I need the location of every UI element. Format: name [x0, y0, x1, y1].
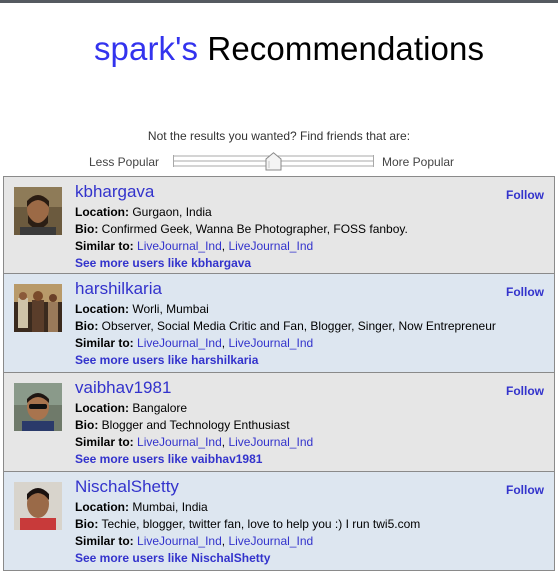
- similar-label: Similar to:: [75, 239, 134, 253]
- location-line: Location: Worli, Mumbai: [75, 302, 209, 316]
- location-value: Worli, Mumbai: [132, 302, 209, 316]
- avatar[interactable]: [14, 383, 62, 431]
- bio-line: Bio: Techie, blogger, twitter fan, love …: [75, 517, 420, 531]
- location-line: Location: Gurgaon, India: [75, 205, 212, 219]
- location-label: Location:: [75, 500, 129, 514]
- less-popular-label: Less Popular: [89, 155, 160, 169]
- follow-button[interactable]: Follow: [506, 285, 544, 299]
- similar-user-link[interactable]: LiveJournal_Ind: [228, 336, 313, 350]
- avatar[interactable]: [14, 482, 62, 530]
- location-value: Mumbai, India: [132, 500, 208, 514]
- page-title-owner: spark's: [93, 30, 199, 67]
- page-title: spark's Recommendations: [0, 30, 558, 68]
- user-card: NischalShetty Follow Location: Mumbai, I…: [3, 471, 555, 571]
- similar-user-link[interactable]: LiveJournal_Ind: [137, 534, 222, 548]
- location-label: Location:: [75, 302, 129, 316]
- page-title-text: Recommendations: [207, 30, 485, 67]
- similar-label: Similar to:: [75, 336, 134, 350]
- follow-button[interactable]: Follow: [506, 483, 544, 497]
- see-more-link[interactable]: See more users like NischalShetty: [75, 551, 270, 565]
- location-line: Location: Bangalore: [75, 401, 187, 415]
- location-label: Location:: [75, 205, 129, 219]
- slider-thumb-icon[interactable]: [265, 152, 282, 171]
- location-label: Location:: [75, 401, 129, 415]
- see-more-link[interactable]: See more users like harshilkaria: [75, 353, 258, 367]
- similar-user-link[interactable]: LiveJournal_Ind: [228, 435, 313, 449]
- follow-button[interactable]: Follow: [506, 188, 544, 202]
- similar-user-link[interactable]: LiveJournal_Ind: [228, 534, 313, 548]
- popularity-filter: Less Popular More Popular: [0, 152, 558, 172]
- bio-value: Observer, Social Media Critic and Fan, B…: [101, 319, 496, 333]
- username-link[interactable]: kbhargava: [75, 182, 154, 202]
- bio-label: Bio:: [75, 418, 99, 432]
- bio-line: Bio: Confirmed Geek, Wanna Be Photograph…: [75, 222, 408, 236]
- avatar[interactable]: [14, 187, 62, 235]
- similar-line: Similar to: LiveJournal_Ind, LiveJournal…: [75, 534, 313, 548]
- top-rule: [0, 0, 558, 3]
- see-more-link[interactable]: See more users like kbhargava: [75, 256, 251, 270]
- bio-line: Bio: Observer, Social Media Critic and F…: [75, 319, 496, 333]
- similar-user-link[interactable]: LiveJournal_Ind: [137, 336, 222, 350]
- username-link[interactable]: vaibhav1981: [75, 378, 171, 398]
- username-link[interactable]: harshilkaria: [75, 279, 162, 299]
- similar-line: Similar to: LiveJournal_Ind, LiveJournal…: [75, 435, 313, 449]
- location-line: Location: Mumbai, India: [75, 500, 208, 514]
- location-value: Gurgaon, India: [132, 205, 212, 219]
- bio-line: Bio: Blogger and Technology Enthusiast: [75, 418, 290, 432]
- similar-user-link[interactable]: LiveJournal_Ind: [228, 239, 313, 253]
- user-card: kbhargava Follow Location: Gurgaon, Indi…: [3, 176, 555, 274]
- bio-value: Confirmed Geek, Wanna Be Photographer, F…: [101, 222, 408, 236]
- similar-user-link[interactable]: LiveJournal_Ind: [137, 239, 222, 253]
- bio-label: Bio:: [75, 517, 99, 531]
- similar-line: Similar to: LiveJournal_Ind, LiveJournal…: [75, 239, 313, 253]
- more-popular-label: More Popular: [382, 155, 455, 169]
- location-value: Bangalore: [132, 401, 188, 415]
- user-card: harshilkaria Follow Location: Worli, Mum…: [3, 273, 555, 373]
- popularity-slider[interactable]: [173, 152, 374, 171]
- filter-prompt: Not the results you wanted? Find friends…: [147, 129, 411, 143]
- bio-value: Blogger and Technology Enthusiast: [101, 418, 290, 432]
- username-link[interactable]: NischalShetty: [75, 477, 179, 497]
- similar-label: Similar to:: [75, 534, 134, 548]
- bio-label: Bio:: [75, 222, 99, 236]
- similar-line: Similar to: LiveJournal_Ind, LiveJournal…: [75, 336, 313, 350]
- recommendation-list: kbhargava Follow Location: Gurgaon, Indi…: [3, 176, 555, 571]
- similar-label: Similar to:: [75, 435, 134, 449]
- avatar[interactable]: [14, 284, 62, 332]
- user-card: vaibhav1981 Follow Location: Bangalore B…: [3, 372, 555, 472]
- bio-label: Bio:: [75, 319, 99, 333]
- see-more-link[interactable]: See more users like vaibhav1981: [75, 452, 262, 466]
- follow-button[interactable]: Follow: [506, 384, 544, 398]
- bio-value: Techie, blogger, twitter fan, love to he…: [101, 517, 421, 531]
- similar-user-link[interactable]: LiveJournal_Ind: [137, 435, 222, 449]
